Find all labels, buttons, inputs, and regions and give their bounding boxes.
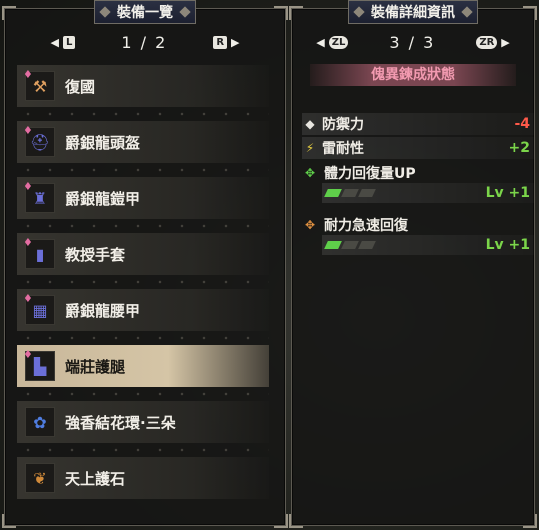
prev-page-arrow-icon[interactable]: ◀ <box>50 36 58 49</box>
charm-stone-icon: ❦ <box>25 463 55 493</box>
row-separator <box>17 446 269 454</box>
leg-armor-icon-glyph: ▙ <box>33 356 47 376</box>
row-separator <box>17 334 269 342</box>
skill-level-bars <box>324 241 376 249</box>
equipment-name: 爵銀龍腰甲 <box>65 301 141 320</box>
row-separator <box>17 110 269 118</box>
weapon-icon: ⚒ ♦ <box>23 68 55 101</box>
helmet-icon-glyph: ⛑ <box>29 132 51 152</box>
stat-value: -4 <box>514 116 530 132</box>
stat-value: +2 <box>508 140 530 156</box>
skill-name: 耐力急速回復 <box>324 218 408 234</box>
talisman-flower-icon: ✿ <box>25 407 55 437</box>
stat-label: 防禦力 <box>322 117 364 133</box>
chest-armor-icon: ♜ ♦ <box>23 180 55 213</box>
frame-corner <box>274 514 288 528</box>
next-page-arrow-icon[interactable]: ▶ <box>231 36 239 49</box>
gloves-icon-glyph: ▮ <box>35 244 45 264</box>
qurio-gem-icon: ♦ <box>23 124 33 137</box>
charm-stone-icon-glyph: ❦ <box>33 468 47 488</box>
skill-row-recovery-up: ✥ 體力回復量UP Lv +1 <box>302 163 534 209</box>
r-button-hint[interactable]: R <box>213 35 228 49</box>
frame-corner <box>289 514 303 528</box>
equipment-list-item[interactable]: ♜ ♦ 爵銀龍鎧甲 <box>17 177 269 219</box>
equipment-list-panel: 裝備一覽 ◀ L 1 / 2 R ▶ ⚒ ♦ 復國 ⛑ ♦ 爵銀龍頭盔 ♜ ♦ 爵銀龍鎧甲 ▮ ♦ 教… <box>2 0 288 528</box>
zr-button-hint[interactable]: ZR <box>476 35 498 49</box>
page-indicator: 1 / 2 <box>121 32 168 52</box>
prev-page-arrow-icon[interactable]: ◀ <box>316 36 324 49</box>
qurio-state-heading: 傀異鍊成狀態 <box>310 64 516 86</box>
zl-button-hint[interactable]: ZL <box>328 35 349 49</box>
equipment-name: 爵銀龍鎧甲 <box>65 189 141 208</box>
leg-armor-icon: ▙ ♦ <box>23 348 55 381</box>
l-button-hint[interactable]: L <box>62 35 76 49</box>
skill-name: 體力回復量UP <box>324 166 416 182</box>
stat-label: 雷耐性 <box>322 141 364 157</box>
list-pager: ◀ L 1 / 2 R ▶ <box>5 32 285 52</box>
qurio-gem-icon: ♦ <box>23 236 33 249</box>
talisman-flower-icon-glyph: ✿ <box>33 412 47 432</box>
frame-corner <box>523 6 537 20</box>
skill-row-stamina-surge: ✥ 耐力急速回復 Lv +1 <box>302 215 534 261</box>
stat-row-defense: ◆ 防禦力 -4 <box>302 113 534 135</box>
helmet-icon: ⛑ ♦ <box>23 124 55 157</box>
equipment-list-item[interactable]: ▦ ♦ 爵銀龍腰甲 <box>17 289 269 331</box>
equipment-name: 爵銀龍頭盔 <box>65 133 141 152</box>
equipment-name: 強香結花環·三朵 <box>65 413 176 432</box>
weapon-icon-glyph: ⚒ <box>32 76 48 96</box>
stamina-surge-skill-icon: ✥ <box>304 218 316 232</box>
equipment-list-item[interactable]: ⛑ ♦ 爵銀龍頭盔 <box>17 121 269 163</box>
gloves-icon: ▮ ♦ <box>23 236 55 269</box>
frame-corner <box>523 514 537 528</box>
equipment-detail-panel: 裝備詳細資訊 ◀ ZL 3 / 3 ZR ▶ 傀異鍊成狀態 ◆ 防禦力 -4 ⚡… <box>289 0 537 528</box>
waist-armor-icon: ▦ ♦ <box>23 292 55 325</box>
equipment-name: 復國 <box>65 77 96 96</box>
equipment-list-item[interactable]: ▮ ♦ 教授手套 <box>17 233 269 275</box>
defense-icon: ◆ <box>305 117 315 131</box>
page-indicator: 3 / 3 <box>389 32 436 52</box>
equipment-list-item[interactable]: ▙ ♦ 端莊護腿 <box>17 345 269 387</box>
equipment-name: 教授手套 <box>65 245 126 264</box>
row-separator <box>17 390 269 398</box>
qurio-gem-icon: ♦ <box>23 68 33 81</box>
qurio-gem-icon: ♦ <box>23 180 33 193</box>
waist-armor-icon-glyph: ▦ <box>32 300 48 320</box>
panel-title: 裝備詳細資訊 <box>348 0 478 24</box>
frame-corner <box>274 6 288 20</box>
stat-row-thunder-resist: ⚡ 雷耐性 +2 <box>302 137 534 159</box>
recovery-up-skill-icon: ✥ <box>304 166 316 180</box>
row-separator <box>17 166 269 174</box>
equipment-list-item[interactable]: ✿ 強香結花環·三朵 <box>17 401 269 443</box>
row-separator <box>17 222 269 230</box>
frame-corner <box>289 6 303 20</box>
row-separator <box>17 278 269 286</box>
next-page-arrow-icon[interactable]: ▶ <box>501 36 509 49</box>
equipment-name: 端莊護腿 <box>65 357 126 376</box>
skill-level-bars <box>324 189 376 197</box>
skill-level: Lv +1 <box>485 185 530 201</box>
equipment-list-item[interactable]: ⚒ ♦ 復國 <box>17 65 269 107</box>
qurio-gem-icon: ♦ <box>23 292 33 305</box>
panel-title: 裝備一覽 <box>94 0 196 24</box>
qurio-gem-icon: ♦ <box>23 348 33 361</box>
thunder-resist-icon: ⚡ <box>305 141 315 155</box>
frame-corner <box>2 514 16 528</box>
frame-corner <box>2 6 16 20</box>
skill-level: Lv +1 <box>485 237 530 253</box>
equipment-name: 天上護石 <box>65 469 126 488</box>
chest-armor-icon-glyph: ♜ <box>32 188 48 208</box>
detail-pager: ◀ ZL 3 / 3 ZR ▶ <box>292 32 534 52</box>
equipment-list-item[interactable]: ❦ 天上護石 <box>17 457 269 499</box>
